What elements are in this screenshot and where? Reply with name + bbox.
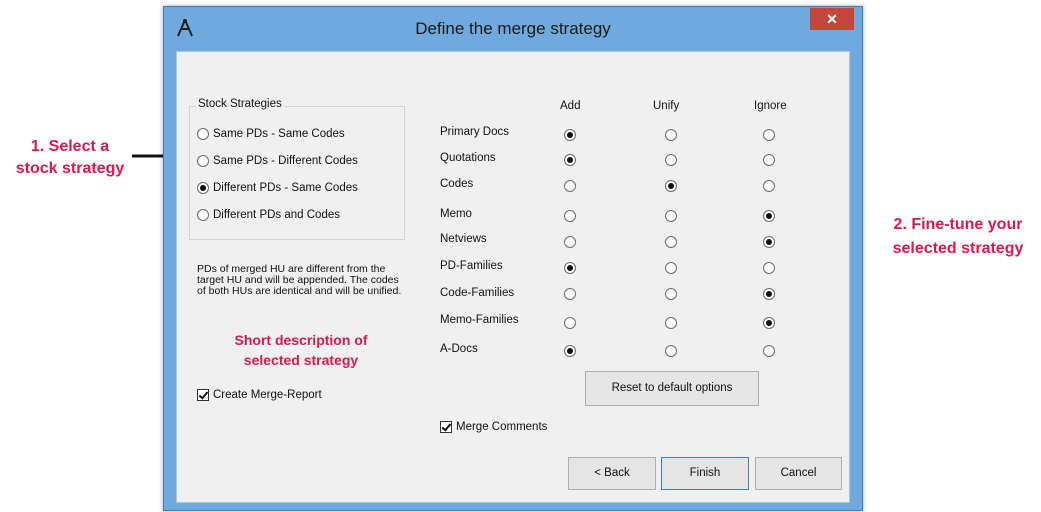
row-label-pd-families: PD-Families bbox=[440, 260, 503, 272]
codes-unify-radio[interactable] bbox=[665, 180, 677, 192]
row-label-a-docs: A-Docs bbox=[440, 343, 478, 355]
row-label-code-families: Code-Families bbox=[440, 287, 515, 299]
column-header-unify: Unify bbox=[653, 100, 680, 112]
radio-icon[interactable] bbox=[197, 128, 209, 140]
pd-families-unify-radio[interactable] bbox=[665, 262, 677, 274]
row-label-quotations: Quotations bbox=[440, 152, 496, 164]
strategy-description: PDs of merged HU are different from the … bbox=[197, 263, 402, 297]
checkbox-checked-icon[interactable] bbox=[440, 421, 452, 433]
stock-strategies-title: Stock Strategies bbox=[196, 98, 284, 110]
dialog-content: Stock Strategies Same PDs - Same Codes S… bbox=[176, 51, 850, 503]
row-label-codes: Codes bbox=[440, 178, 474, 190]
stock-option-different-pds-and-codes[interactable]: Different PDs and Codes bbox=[197, 209, 340, 221]
stock-option-same-pds-same-codes[interactable]: Same PDs - Same Codes bbox=[197, 128, 345, 140]
annotation-step1-line1: 1. Select a bbox=[30, 138, 110, 155]
memo-families-unify-radio[interactable] bbox=[665, 317, 677, 329]
column-header-ignore: Ignore bbox=[754, 100, 787, 112]
annotation-step2-line2: selected strategy bbox=[892, 240, 1024, 257]
stock-option-label: Same PDs - Different Codes bbox=[213, 155, 358, 167]
annotation-step1-line2: stock strategy bbox=[15, 160, 125, 177]
radio-selected-icon[interactable] bbox=[197, 182, 209, 194]
netviews-unify-radio[interactable] bbox=[665, 236, 677, 248]
row-label-primary-docs: Primary Docs bbox=[440, 126, 510, 138]
netviews-add-radio[interactable] bbox=[564, 236, 576, 248]
merge-comments-checkbox[interactable]: Merge Comments bbox=[440, 421, 547, 433]
codes-add-radio[interactable] bbox=[564, 180, 576, 192]
reset-default-options-button[interactable]: Reset to default options bbox=[585, 371, 759, 406]
stock-option-label: Different PDs and Codes bbox=[213, 209, 340, 221]
annotation-step2: 2. Fine-tune your selected strategy bbox=[875, 213, 1041, 261]
annotation-step2-line1: 2. Fine-tune your bbox=[893, 216, 1023, 233]
annotation-short-description-line1: Short description of bbox=[234, 332, 368, 348]
row-label-memo-families: Memo-Families bbox=[440, 314, 519, 326]
column-header-add: Add bbox=[560, 100, 581, 112]
checkbox-checked-icon[interactable] bbox=[197, 389, 209, 401]
stock-option-different-pds-same-codes[interactable]: Different PDs - Same Codes bbox=[197, 182, 358, 194]
annotation-short-description: Short description of selected strategy bbox=[201, 330, 401, 370]
merge-strategy-dialog: Define the merge strategy ✕ Stock Strate… bbox=[163, 6, 863, 511]
memo-unify-radio[interactable] bbox=[665, 210, 677, 222]
cancel-button[interactable]: Cancel bbox=[755, 457, 842, 490]
radio-icon[interactable] bbox=[197, 209, 209, 221]
memo-ignore-radio[interactable] bbox=[763, 210, 775, 222]
memo-families-ignore-radio[interactable] bbox=[763, 317, 775, 329]
close-button[interactable]: ✕ bbox=[810, 8, 854, 30]
a-docs-add-radio[interactable] bbox=[564, 345, 576, 357]
annotation-short-description-line2: selected strategy bbox=[243, 352, 359, 368]
annotation-step1: 1. Select a stock strategy bbox=[0, 136, 140, 180]
code-families-unify-radio[interactable] bbox=[665, 288, 677, 300]
row-label-memo: Memo bbox=[440, 208, 472, 220]
a-docs-ignore-radio[interactable] bbox=[763, 345, 775, 357]
stock-option-label: Different PDs - Same Codes bbox=[213, 182, 358, 194]
primary-docs-unify-radio[interactable] bbox=[665, 129, 677, 141]
quotations-add-radio[interactable] bbox=[564, 154, 576, 166]
finish-button[interactable]: Finish bbox=[661, 457, 749, 490]
quotations-ignore-radio[interactable] bbox=[763, 154, 775, 166]
pd-families-ignore-radio[interactable] bbox=[763, 262, 775, 274]
stock-option-label: Same PDs - Same Codes bbox=[213, 128, 345, 140]
radio-icon[interactable] bbox=[197, 155, 209, 167]
merge-comments-label: Merge Comments bbox=[456, 421, 548, 433]
title-bar[interactable]: Define the merge strategy ✕ bbox=[164, 7, 862, 51]
back-button[interactable]: < Back bbox=[568, 457, 656, 490]
code-families-ignore-radio[interactable] bbox=[763, 288, 775, 300]
create-merge-report-checkbox[interactable]: Create Merge-Report bbox=[197, 389, 322, 401]
row-label-netviews: Netviews bbox=[440, 233, 487, 245]
codes-ignore-radio[interactable] bbox=[763, 180, 775, 192]
create-merge-report-label: Create Merge-Report bbox=[213, 389, 322, 401]
memo-families-add-radio[interactable] bbox=[564, 317, 576, 329]
netviews-ignore-radio[interactable] bbox=[763, 236, 775, 248]
memo-add-radio[interactable] bbox=[564, 210, 576, 222]
code-families-add-radio[interactable] bbox=[564, 288, 576, 300]
stock-option-same-pds-different-codes[interactable]: Same PDs - Different Codes bbox=[197, 155, 358, 167]
a-docs-unify-radio[interactable] bbox=[665, 345, 677, 357]
quotations-unify-radio[interactable] bbox=[665, 154, 677, 166]
primary-docs-ignore-radio[interactable] bbox=[763, 129, 775, 141]
dialog-title: Define the merge strategy bbox=[415, 19, 611, 38]
primary-docs-add-radio[interactable] bbox=[564, 129, 576, 141]
pd-families-add-radio[interactable] bbox=[564, 262, 576, 274]
